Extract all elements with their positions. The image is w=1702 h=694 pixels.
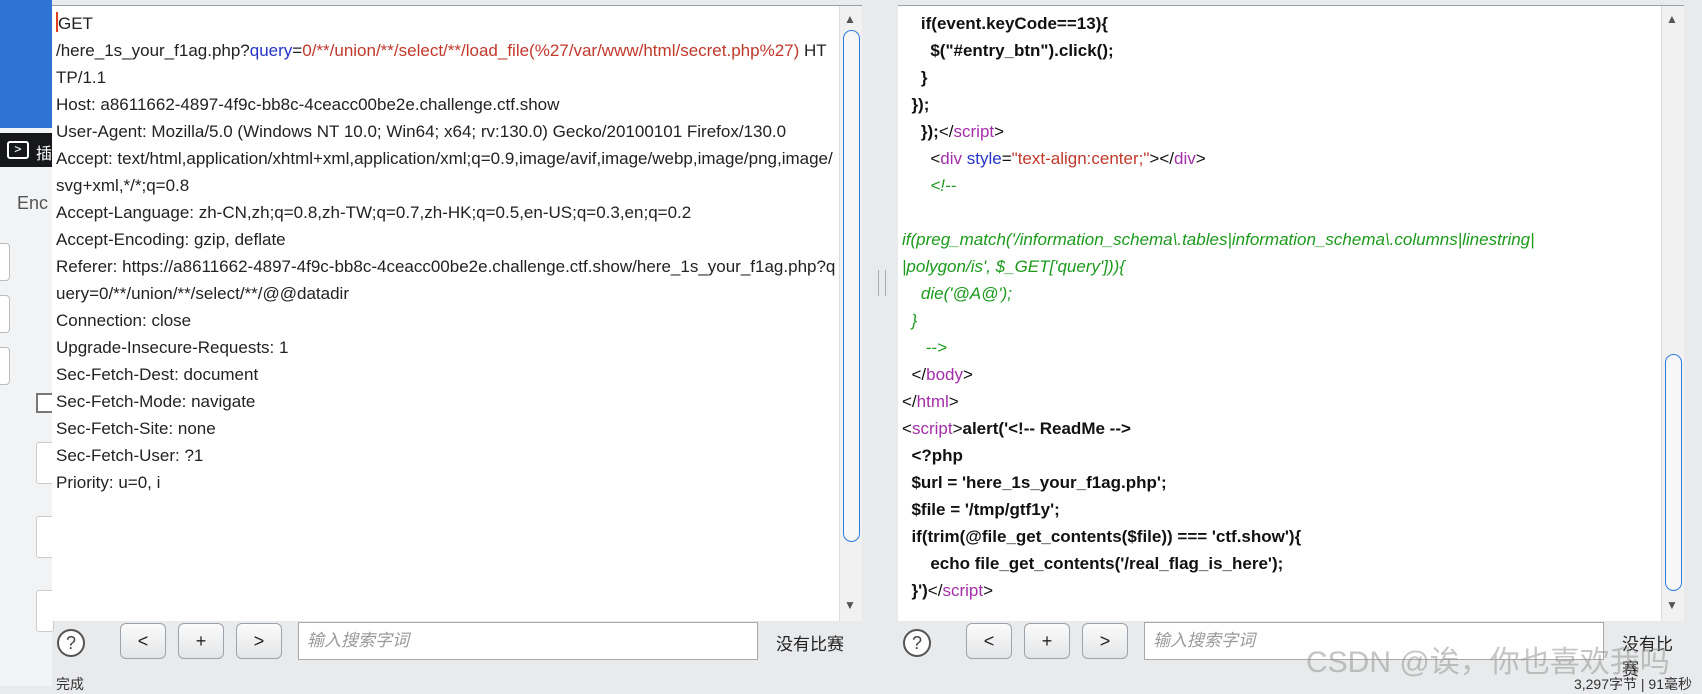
code-attr-value: "text-align:center;" <box>1011 149 1150 168</box>
request-header: Accept-Language: zh-CN,zh;q=0.8,zh-TW;q=… <box>56 203 692 222</box>
code-line: } <box>902 68 928 87</box>
code-comment: } <box>911 311 918 330</box>
request-header: Referer: https://a8611662-4897-4f9c-bb8c… <box>56 257 836 303</box>
code-tag: script <box>942 581 984 600</box>
code-tag: body <box>926 365 963 384</box>
request-header: Sec-Fetch-Site: none <box>56 419 216 438</box>
request-scroll-thumb[interactable] <box>843 30 860 542</box>
terminal-icon: > <box>7 141 29 159</box>
request-header: Sec-Fetch-Mode: navigate <box>56 392 256 411</box>
request-param-name: query <box>249 41 293 60</box>
request-text[interactable]: GET /here_1s_your_f1ag.php?query=0/**/un… <box>56 10 836 496</box>
match-count-label: 没有比赛 <box>776 635 844 654</box>
background-app: > 插 Enc <box>0 0 54 686</box>
search-add-button[interactable]: + <box>178 623 224 659</box>
search-next-button[interactable]: > <box>236 623 282 659</box>
request-header: User-Agent: Mozilla/5.0 (Windows NT 10.0… <box>56 122 787 141</box>
request-path: /here_1s_your_f1ag.php? <box>56 41 250 60</box>
request-header: Connection: close <box>56 311 192 330</box>
code-tag: script <box>911 419 953 438</box>
scroll-up-icon[interactable]: ▲ <box>844 12 856 26</box>
request-header: Priority: u=0, i <box>56 473 161 492</box>
help-icon[interactable]: ? <box>903 629 931 657</box>
code-line: $("#entry_btn").click(); <box>902 41 1114 60</box>
response-scroll-thumb[interactable] <box>1665 354 1682 591</box>
code-comment: --> <box>925 338 947 357</box>
request-search-toolbar: ? < + > 没有比赛 <box>52 620 862 670</box>
pane-splitter[interactable] <box>878 270 886 296</box>
request-method: GET <box>58 14 93 33</box>
code-line: $file = '/tmp/gtf1y'; <box>911 500 1060 519</box>
background-enc-label: Enc <box>17 193 49 213</box>
code-tag: div <box>1174 149 1196 168</box>
search-prev-button[interactable]: < <box>966 623 1012 659</box>
search-next-button[interactable]: > <box>1082 623 1128 659</box>
scroll-down-icon[interactable]: ▼ <box>1666 598 1678 612</box>
response-editor[interactable]: if(event.keyCode==13){ $("#entry_btn").c… <box>898 5 1684 621</box>
request-header: Upgrade-Insecure-Requests: 1 <box>56 338 289 357</box>
watermark: CSDN @诶，你也喜欢我吗 <box>1306 646 1670 679</box>
request-header: Accept-Encoding: gzip, deflate <box>56 230 286 249</box>
request-header: Sec-Fetch-User: ?1 <box>56 446 204 465</box>
request-scrollbar[interactable]: ▲ ▼ <box>839 6 862 621</box>
search-prev-button[interactable]: < <box>120 623 166 659</box>
code-line: }); <box>920 122 939 141</box>
code-line: $url = 'here_1s_your_f1ag.php'; <box>911 473 1167 492</box>
code-tag: script <box>953 122 995 141</box>
code-line: }') <box>911 581 928 600</box>
code-line: if(event.keyCode==13){ <box>902 14 1108 33</box>
code-line: if(trim(@file_get_contents($file)) === '… <box>911 527 1302 546</box>
scroll-down-icon[interactable]: ▼ <box>844 598 856 612</box>
request-header: Accept: text/html,application/xhtml+xml,… <box>56 149 833 195</box>
response-text[interactable]: if(event.keyCode==13){ $("#entry_btn").c… <box>902 10 1658 604</box>
code-line: <?php <box>911 446 963 465</box>
code-attr: style <box>966 149 1002 168</box>
scroll-up-icon[interactable]: ▲ <box>1666 12 1678 26</box>
request-header: Sec-Fetch-Dest: document <box>56 365 259 384</box>
code-tag: html <box>916 392 949 411</box>
background-field <box>0 295 10 333</box>
code-comment: <!-- <box>930 176 957 195</box>
request-editor[interactable]: GET /here_1s_your_f1ag.php?query=0/**/un… <box>52 5 862 621</box>
request-header: Host: a8611662-4897-4f9c-bb8c-4ceacc00be… <box>56 95 560 114</box>
request-param-eq: = <box>292 41 303 60</box>
code-line: alert('<!-- ReadMe --> <box>962 419 1131 438</box>
search-add-button[interactable]: + <box>1024 623 1070 659</box>
status-left: 完成 <box>56 676 84 692</box>
help-icon[interactable]: ? <box>57 629 85 657</box>
background-terminal-label: 插 <box>36 146 53 163</box>
code-comment: if(preg_match('/information_schema\.tabl… <box>902 230 1535 249</box>
code-line: echo file_get_contents('/real_flag_is_he… <box>920 554 1284 573</box>
background-field <box>0 243 10 281</box>
search-input[interactable] <box>298 622 758 660</box>
code-tag: div <box>940 149 963 168</box>
background-field <box>0 347 10 385</box>
background-blue-panel <box>0 0 52 128</box>
request-param-value: 0/**/union/**/select/**/load_file(%27/va… <box>302 41 800 60</box>
code-line: }); <box>902 95 930 114</box>
code-comment: |polygon/is', $_GET['query'])){ <box>902 257 1125 276</box>
code-comment: die('@A@'); <box>911 284 1012 303</box>
response-scrollbar[interactable]: ▲ ▼ <box>1661 6 1684 621</box>
